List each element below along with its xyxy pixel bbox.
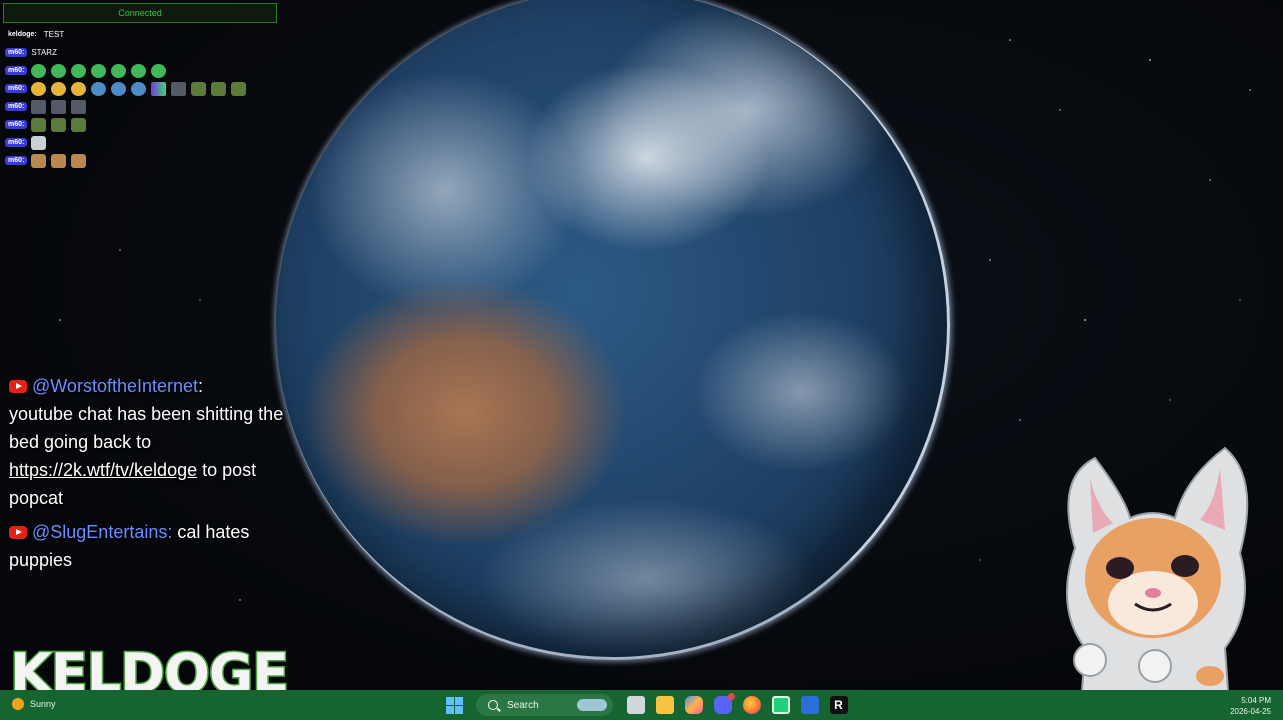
emote-icon [71,63,87,78]
small-chat-row: m60: [5,62,275,79]
small-chat-feed: keldoge: test m60: STARZ m60: m60: m60: m60: m60… [5,26,275,170]
emote-icon [71,99,87,114]
emote-icon [71,117,87,132]
emote-icon [51,117,67,132]
chat-username-badge: m60: [5,156,28,165]
firefox-icon[interactable] [742,696,761,714]
emote-icon [111,63,127,78]
emote-icon [31,81,47,96]
clock-date: 2026-04-25 [1230,707,1271,716]
chat-text: STARZ [31,48,57,57]
emote-icon [171,81,187,96]
emote-icon [51,99,67,114]
small-chat-row: keldoge: test [5,26,275,43]
sun-icon [12,698,24,710]
windows-taskbar: Sunny Search R 5:04 PM 2026-04-25 [0,690,1283,720]
mascot-cat-astronaut [1066,446,1249,720]
copilot-icon[interactable] [684,696,703,714]
emote-icon [31,135,47,150]
youtube-icon [9,526,27,539]
weather-widget[interactable]: Sunny [12,698,56,710]
chat-username-badge: m60: [5,48,28,57]
chat-username-badge: m60: [5,138,28,147]
chat-link[interactable]: https://2k.wtf/tv/keldoge [9,460,197,480]
taskbar-apps: Search R [440,693,853,717]
chat-text: youtube chat has been shitting the bed g… [9,404,284,452]
word-app-icon[interactable] [800,696,819,714]
small-chat-row: m60: STARZ [5,44,275,61]
emote-icon [151,63,167,78]
chat-message: @WorstoftheInternet: youtube chat has be… [9,372,299,512]
emote-icon [131,63,147,78]
chat-username: @WorstoftheInternet [32,376,199,396]
emote-icon [111,81,127,96]
search-icon [488,700,498,710]
emote-icon [231,81,247,96]
emote-icon [51,153,67,168]
small-chat-row: m60: [5,116,275,133]
chat-username-badge: m60: [5,66,28,75]
chat-username-badge: m60: [5,120,28,129]
search-highlight-image [577,699,607,711]
r-app-icon[interactable]: R [829,696,848,714]
discord-icon[interactable] [713,693,735,714]
emote-icon [211,81,227,96]
emote-icon [71,81,87,96]
weather-label: Sunny [30,699,56,709]
emote-icon [91,63,107,78]
small-chat-row: m60: [5,98,275,115]
emote-icon [31,99,47,114]
clock-time: 5:04 PM [1241,696,1271,705]
small-chat-row: m60: [5,152,275,169]
chat-username-badge: keldoge: [8,31,37,38]
chat-username: @SlugEntertains [32,522,168,542]
emote-icon [51,63,67,78]
chat-message: @SlugEntertains: cal hates puppies [9,518,299,574]
earth-atmosphere-rim [276,0,950,660]
small-chat-row: m60: [5,80,275,97]
chat-username-badge: m60: [5,102,28,111]
emote-icon [31,63,47,78]
small-chat-row: m60: [5,134,275,151]
stream-scene: Connected keldoge: test m60: STARZ m60: m60: m… [0,0,1283,720]
emote-icon [151,81,167,96]
search-label: Search [507,699,539,711]
file-explorer-icon[interactable] [655,696,674,714]
chat-separator: : [198,376,204,396]
chat-app-icon[interactable] [771,696,790,714]
connection-status: Connected [3,3,277,23]
youtube-icon [9,380,27,393]
windows-start-icon[interactable] [445,696,463,714]
emote-icon [131,81,147,96]
emote-icon [31,117,47,132]
chat-text: test [43,30,65,39]
emote-icon [51,81,67,96]
task-view-icon[interactable] [626,696,645,714]
emote-icon [31,153,47,168]
youtube-chat-overlay: @WorstoftheInternet: youtube chat has be… [9,372,299,580]
chat-username-badge: m60: [5,84,28,93]
taskbar-search[interactable]: Search [476,694,613,716]
emote-icon [191,81,207,96]
emote-icon [71,153,87,168]
emote-icon [91,81,107,96]
system-clock[interactable]: 5:04 PM 2026-04-25 [1230,695,1271,717]
